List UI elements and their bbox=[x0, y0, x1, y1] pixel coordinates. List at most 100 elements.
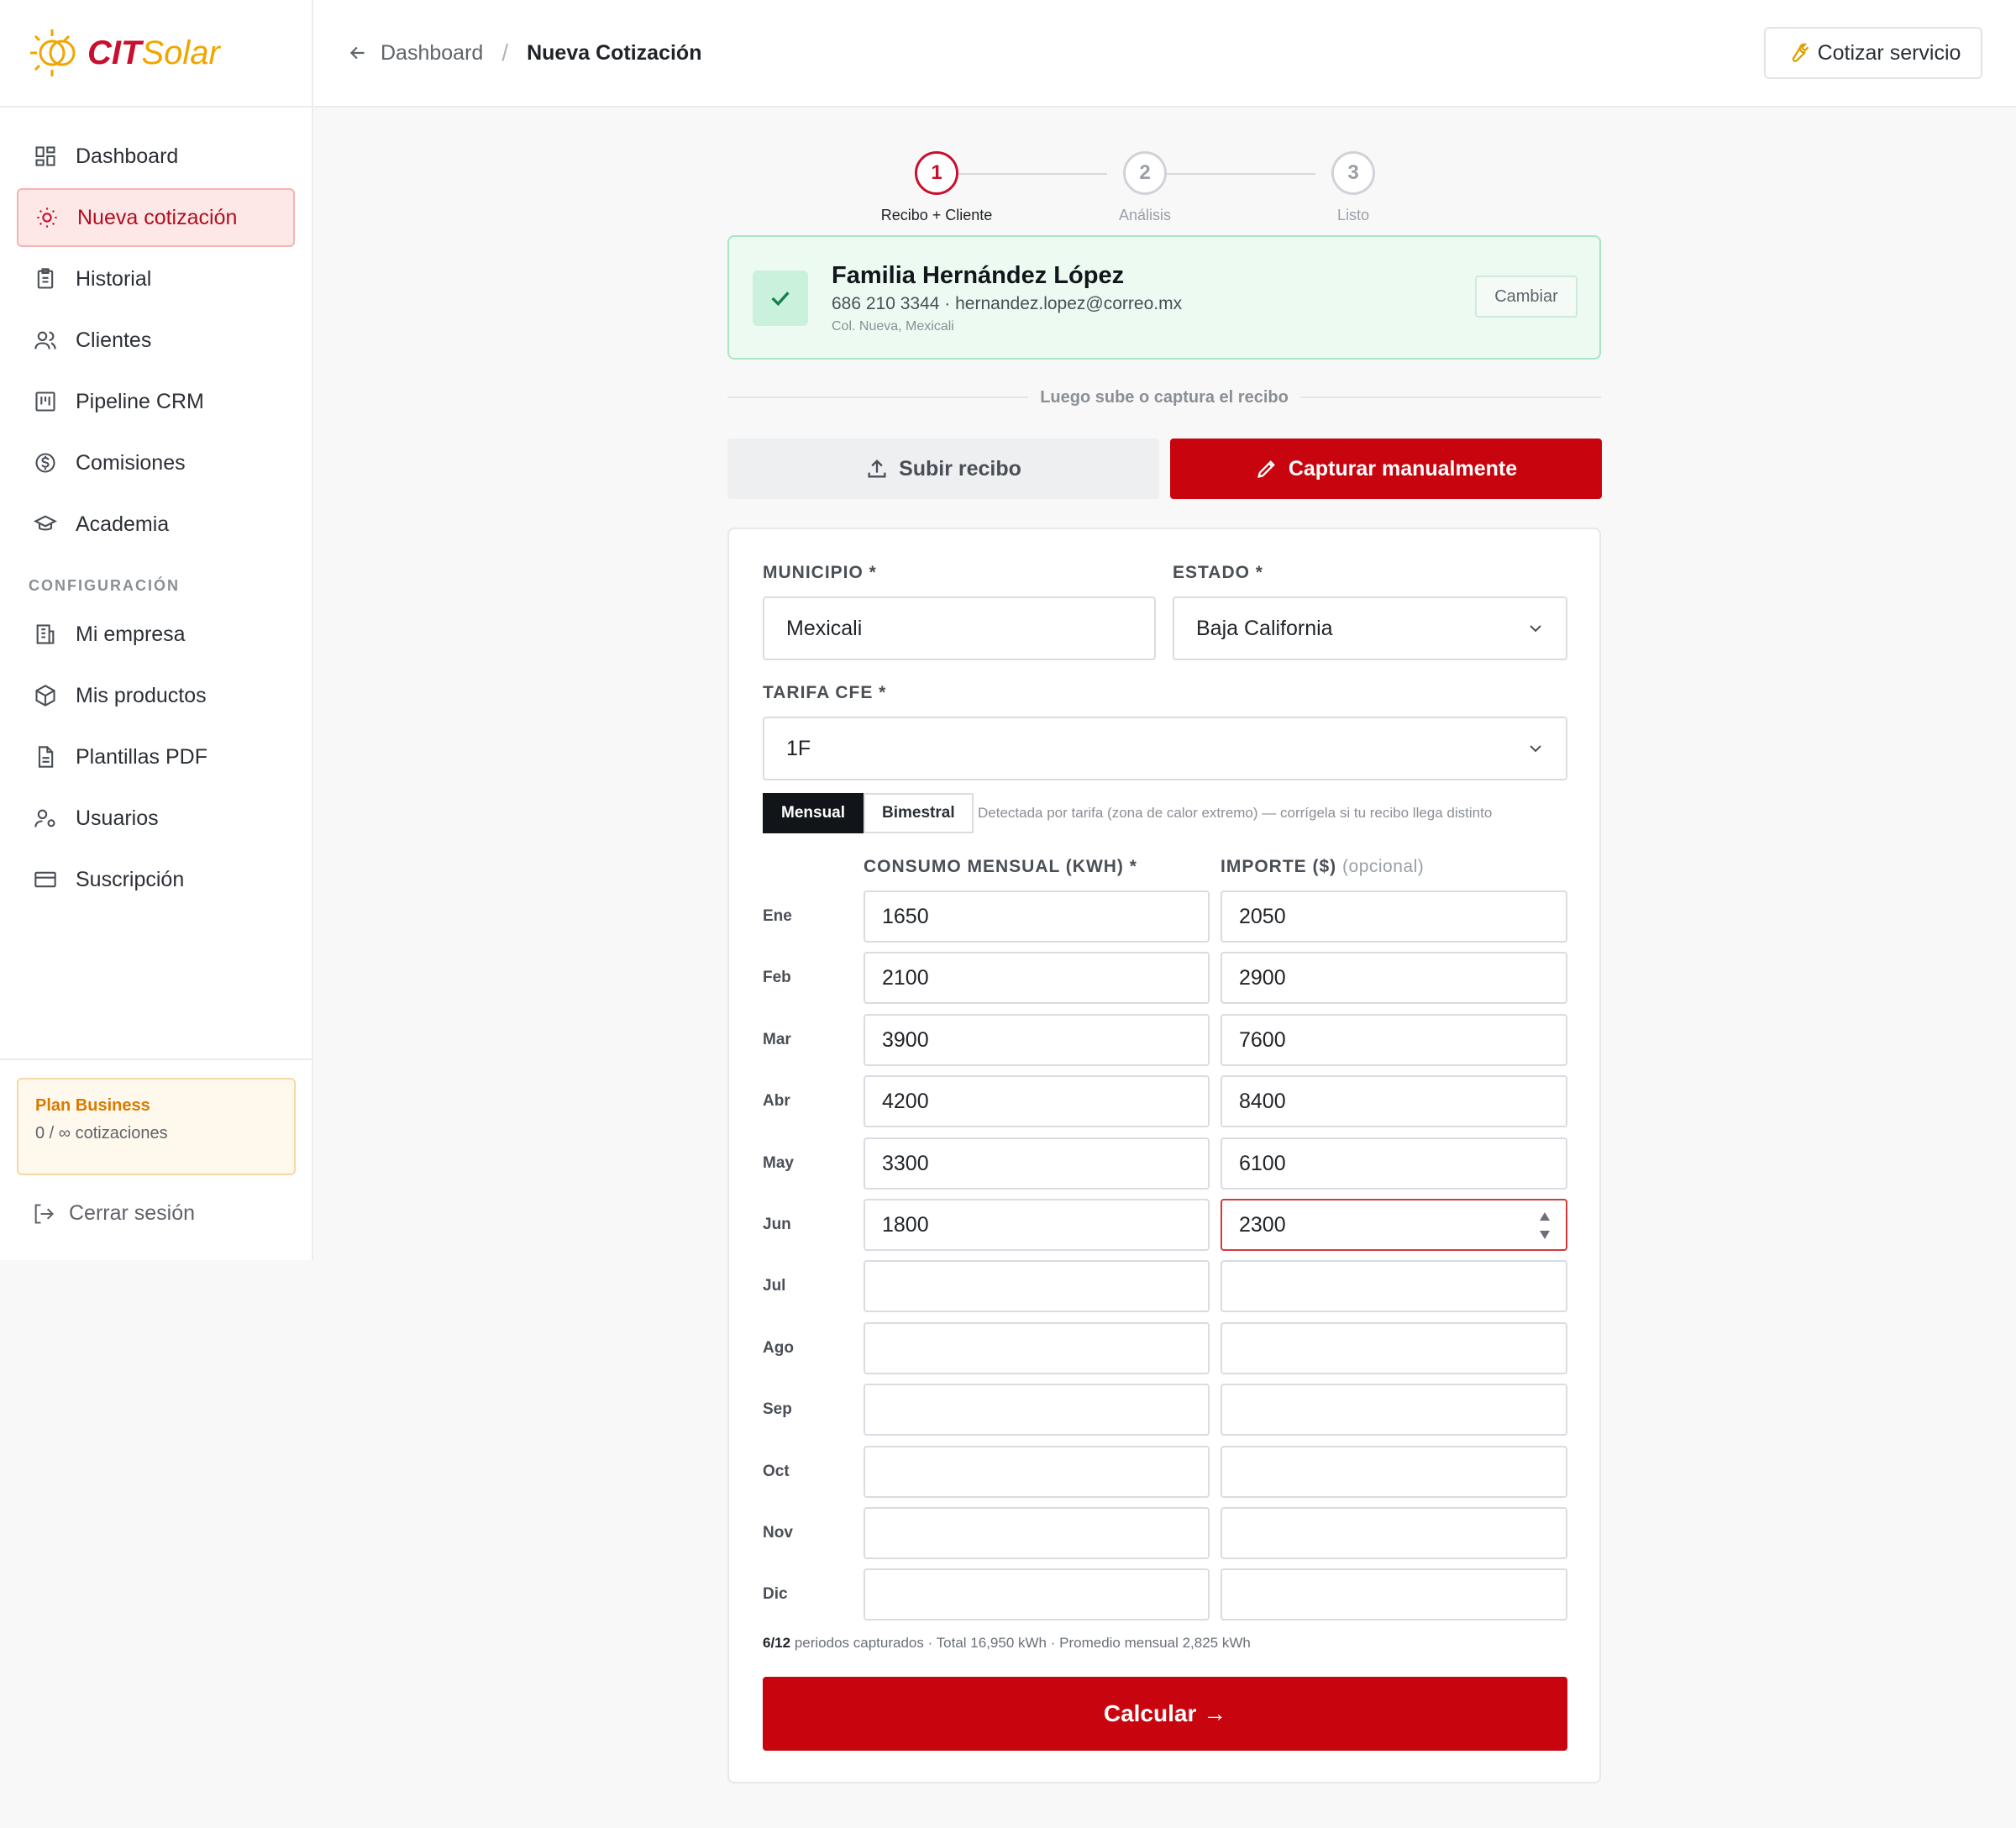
kwh-input[interactable] bbox=[864, 1568, 1210, 1621]
breadcrumb-back-link[interactable]: Dashboard bbox=[347, 41, 483, 66]
plan-badge: Plan Business 0 / ∞ cotizaciones bbox=[17, 1078, 296, 1175]
kwh-input[interactable]: 4200 bbox=[864, 1075, 1210, 1127]
sidebar-item-mi-empresa[interactable]: Mi empresa bbox=[17, 605, 295, 664]
upload-receipt-button[interactable]: Subir recibo bbox=[727, 439, 1159, 499]
logo[interactable]: CIT Solar bbox=[0, 0, 312, 108]
building-icon bbox=[32, 621, 59, 648]
sidebar-item-clientes[interactable]: Clientes bbox=[17, 311, 295, 370]
sidebar-item-dashboard[interactable]: Dashboard bbox=[17, 127, 295, 186]
logout-button[interactable]: Cerrar sesión bbox=[32, 1201, 195, 1226]
kwh-input[interactable]: 3300 bbox=[864, 1137, 1210, 1190]
kwh-input[interactable] bbox=[864, 1322, 1210, 1374]
sidebar-item-label: Usuarios bbox=[76, 806, 159, 830]
importe-input[interactable] bbox=[1221, 1384, 1567, 1436]
logo-solar: Solar bbox=[141, 34, 220, 71]
importe-input[interactable] bbox=[1221, 1507, 1567, 1559]
pencil-icon bbox=[1257, 460, 1275, 478]
step-3: 3 Listo bbox=[1294, 151, 1412, 224]
sidebar-item-label: Plantillas PDF bbox=[76, 744, 207, 769]
period-note: Detectada por tarifa (zona de calor extr… bbox=[978, 805, 1493, 821]
month-label: Jul bbox=[763, 1277, 786, 1295]
check-icon bbox=[753, 271, 808, 326]
month-label: Sep bbox=[763, 1400, 792, 1418]
logout-label: Cerrar sesión bbox=[69, 1201, 196, 1225]
importe-input[interactable]: 2900 bbox=[1221, 952, 1567, 1004]
importe-input[interactable] bbox=[1221, 1322, 1567, 1374]
divider-text: Luego sube o captura el recibo bbox=[1040, 387, 1289, 407]
kwh-input[interactable] bbox=[864, 1446, 1210, 1498]
number-spinner-icon[interactable] bbox=[1539, 1211, 1551, 1241]
importe-input[interactable] bbox=[1221, 1260, 1567, 1312]
importe-value: 8400 bbox=[1239, 1089, 1286, 1113]
upload-label: Subir recibo bbox=[899, 456, 1021, 481]
calculate-button[interactable]: Calcular → bbox=[763, 1677, 1567, 1751]
sidebar-item-suscripcion[interactable]: Suscripción bbox=[17, 850, 295, 909]
sun-logo-icon bbox=[30, 29, 76, 76]
period-mensual-button[interactable]: Mensual bbox=[763, 793, 864, 833]
importe-input[interactable]: 6100 bbox=[1221, 1137, 1567, 1190]
sidebar-item-plantillas-pdf[interactable]: Plantillas PDF bbox=[17, 728, 295, 786]
importe-input[interactable] bbox=[1221, 1568, 1567, 1621]
kwh-input[interactable]: 1800 bbox=[864, 1199, 1210, 1251]
importe-label-text: IMPORTE ($) bbox=[1221, 857, 1337, 876]
sidebar-item-label: Pipeline CRM bbox=[76, 389, 204, 413]
file-text-icon bbox=[32, 743, 59, 770]
sidebar-item-label: Mis productos bbox=[76, 683, 207, 707]
estado-select[interactable]: Baja California bbox=[1173, 596, 1567, 660]
tarifa-select[interactable]: 1F bbox=[763, 717, 1567, 780]
step-label: Recibo + Cliente bbox=[880, 207, 993, 223]
sidebar-item-comisiones[interactable]: Comisiones bbox=[17, 433, 295, 492]
sidebar-item-pipeline-crm[interactable]: Pipeline CRM bbox=[17, 372, 295, 431]
page-title: Nueva Cotización bbox=[527, 40, 702, 65]
config-section-title: CONFIGURACIÓN bbox=[29, 577, 180, 594]
package-icon bbox=[32, 682, 59, 709]
month-label: Oct bbox=[763, 1463, 790, 1480]
importe-input[interactable]: 8400 bbox=[1221, 1075, 1567, 1127]
manual-label: Capturar manualmente bbox=[1288, 456, 1518, 481]
cotizar-servicio-label: Cotizar servicio bbox=[1817, 40, 1961, 65]
month-label: Dic bbox=[763, 1585, 788, 1603]
importe-input[interactable]: 2050 bbox=[1221, 890, 1567, 943]
kwh-input[interactable]: 1650 bbox=[864, 890, 1210, 943]
sun-icon bbox=[34, 204, 60, 231]
client-name: Familia Hernández López bbox=[832, 262, 1125, 289]
summary-text: periodos capturados · Total 16,950 kWh ·… bbox=[790, 1635, 1251, 1651]
importe-input[interactable]: 2300 bbox=[1221, 1199, 1567, 1251]
sidebar-item-historial[interactable]: Historial bbox=[17, 250, 295, 308]
step-number: 1 bbox=[915, 151, 958, 195]
importe-value: 2900 bbox=[1239, 965, 1286, 990]
manual-capture-button[interactable]: Capturar manualmente bbox=[1170, 439, 1602, 499]
tarifa-value: 1F bbox=[786, 736, 811, 760]
step-1: 1 Recibo + Cliente bbox=[878, 151, 995, 224]
stepper: 1 Recibo + Cliente 2 Análisis 3 Listo bbox=[878, 151, 1382, 227]
tarifa-label: TARIFA CFE * bbox=[763, 683, 887, 702]
users-icon bbox=[32, 327, 59, 354]
step-label: Análisis bbox=[1118, 207, 1172, 223]
logo-cit: CIT bbox=[87, 34, 142, 71]
sidebar-item-label: Suscripción bbox=[76, 867, 185, 891]
graduation-cap-icon bbox=[32, 511, 59, 538]
kwh-input[interactable]: 2100 bbox=[864, 952, 1210, 1004]
importe-input[interactable]: 7600 bbox=[1221, 1014, 1567, 1066]
kwh-input[interactable] bbox=[864, 1384, 1210, 1436]
credit-card-icon bbox=[32, 866, 59, 893]
sidebar-item-mis-productos[interactable]: Mis productos bbox=[17, 666, 295, 725]
change-client-button[interactable]: Cambiar bbox=[1475, 276, 1578, 318]
sidebar-item-label: Comisiones bbox=[76, 450, 186, 475]
kwh-input[interactable] bbox=[864, 1507, 1210, 1559]
municipio-input[interactable]: Mexicali bbox=[763, 596, 1156, 660]
sidebar-item-nueva-cotizacion[interactable]: Nueva cotización bbox=[17, 188, 295, 247]
kwh-input[interactable]: 3900 bbox=[864, 1014, 1210, 1066]
user-gear-icon bbox=[32, 805, 59, 832]
cotizar-servicio-button[interactable]: Cotizar servicio bbox=[1764, 27, 1982, 79]
sidebar-item-label: Dashboard bbox=[76, 144, 179, 168]
estado-label: ESTADO * bbox=[1173, 563, 1263, 582]
kwh-input[interactable] bbox=[864, 1260, 1210, 1312]
sidebar-item-usuarios[interactable]: Usuarios bbox=[17, 789, 295, 848]
importe-input[interactable] bbox=[1221, 1446, 1567, 1498]
period-bimestral-button[interactable]: Bimestral bbox=[864, 793, 974, 833]
sidebar-divider bbox=[0, 1058, 312, 1060]
sidebar-item-academia[interactable]: Academia bbox=[17, 495, 295, 554]
client-contact: 686 210 3344 · hernandez.lopez@correo.mx bbox=[832, 294, 1183, 313]
manual-capture-form: MUNICIPIO * Mexicali ESTADO * Baja Calif… bbox=[727, 528, 1601, 1783]
